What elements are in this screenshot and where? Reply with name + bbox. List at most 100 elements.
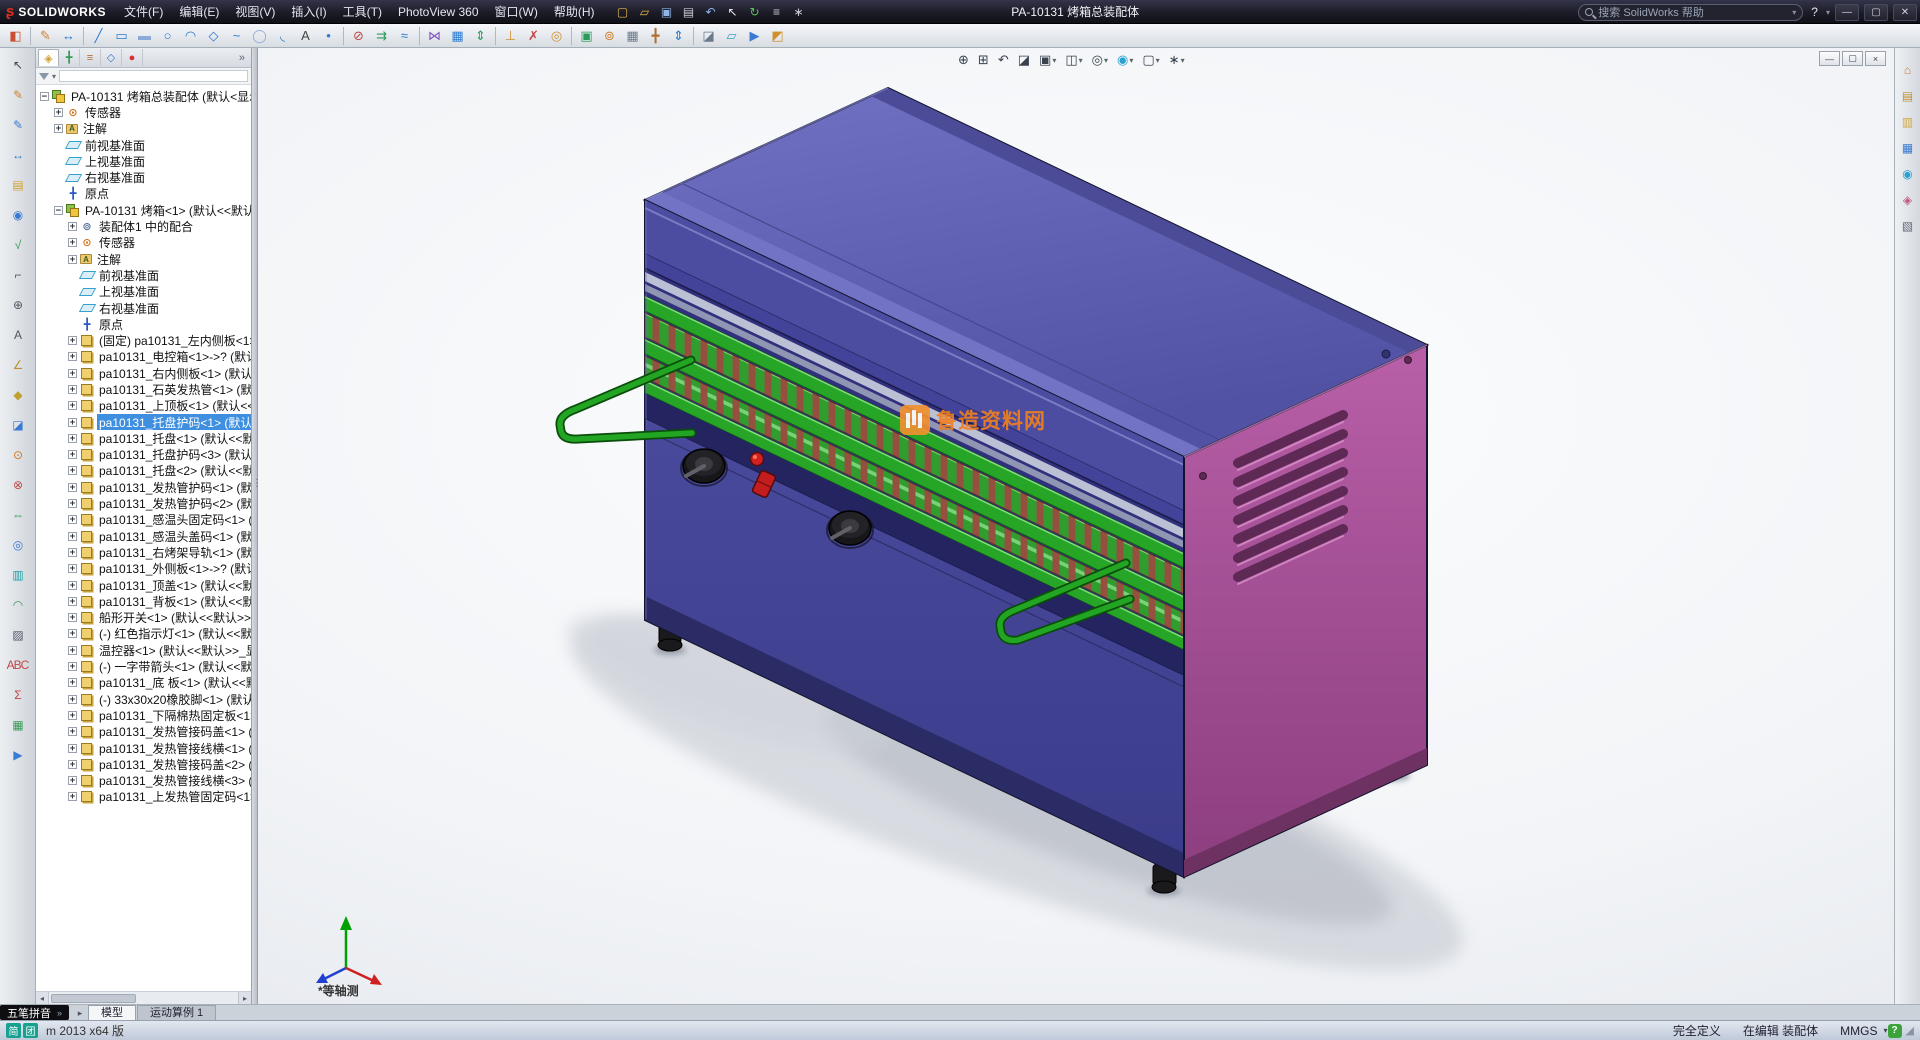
tree-expander-icon[interactable]: +	[68, 336, 77, 346]
tree-item[interactable]: + pa10131_右内侧板<1> (默认<<默认>_显示状态 1>)	[36, 365, 251, 381]
sketch-text-icon[interactable]: A	[294, 25, 317, 46]
corner-rectangle-icon[interactable]: ▭	[110, 25, 133, 46]
tree-expander-icon[interactable]: +	[54, 107, 63, 117]
tree-horizontal-scrollbar[interactable]: ◂ ▸	[36, 991, 251, 1004]
tree-expander-icon[interactable]: +	[68, 710, 77, 720]
edit-appearance-icon[interactable]: ◉ ▾	[1113, 50, 1137, 70]
tree-item[interactable]: + pa10131_右烤架导轨<1> (默认<<默认>_显示状态 1>)	[36, 544, 251, 560]
tree-expander-icon[interactable]: +	[68, 254, 77, 264]
move-component-icon[interactable]: ⇕	[667, 25, 690, 46]
menu-item-3[interactable]: 插入(I)	[283, 5, 334, 19]
tree-expander-icon[interactable]: +	[68, 727, 77, 737]
tree-item[interactable]: + pa10131_发热管接码盖<2> (默认<<默认>_显示状态 1>)	[36, 756, 251, 772]
geometric-tolerance-icon[interactable]: ⊕	[6, 294, 30, 316]
straight-slot-icon[interactable]: ▬	[133, 25, 156, 46]
tree-item[interactable]: ╋ 原点	[36, 316, 251, 332]
tree-item[interactable]: + pa10131_托盘护码<1> (默认<<默认>_显示状态 1>)	[36, 413, 251, 431]
tree-item[interactable]: + pa10131_石英发热管<1> (默认<<默认>_显示状态 1>)	[36, 381, 251, 397]
doc-restore-button[interactable]: ▢	[1842, 51, 1863, 66]
view-settings-caret-icon[interactable]: ▾	[1181, 56, 1185, 65]
apply-scene-icon[interactable]: ▢ ▾	[1138, 50, 1163, 70]
tree-item[interactable]: + pa10131_感温头盖码<1> (默认<<默认>_显示状态 1>)	[36, 528, 251, 544]
tree-item[interactable]: + pa10131_背板<1> (默认<<默认>_显示状态 1>)	[36, 593, 251, 609]
doc-minimize-button[interactable]: —	[1819, 51, 1840, 66]
tree-item[interactable]: + pa10131_托盘护码<3> (默认<<默认>_显示状态 1>)	[36, 447, 251, 463]
mate-icon[interactable]: ⊚	[598, 25, 621, 46]
resources-home-icon[interactable]: ⌂	[1898, 60, 1918, 79]
tree-expander-icon[interactable]: +	[68, 401, 77, 411]
doc-tab-1[interactable]: 运动算例 1	[137, 1005, 217, 1020]
assembly-visualization-icon[interactable]: ▥	[6, 564, 30, 586]
print-icon[interactable]: ▤	[679, 2, 699, 21]
tree-item[interactable]: + (-) 一字带箭头<1> (默认<<默认>>_显示状态 1>)	[36, 658, 251, 674]
menu-item-1[interactable]: 编辑(E)	[171, 5, 227, 19]
options-icon[interactable]: ∗	[789, 2, 809, 21]
tree-expander-icon[interactable]: +	[68, 515, 77, 525]
panel-tab-configurationmanager[interactable]: ≡	[80, 49, 101, 66]
convert-entities-icon[interactable]: ⇉	[370, 25, 393, 46]
tree-item[interactable]: + pa10131_托盘<1> (默认<<默认>_显示状态 1>)	[36, 430, 251, 446]
tree-expander-icon[interactable]: +	[68, 629, 77, 639]
new-icon[interactable]: ▢	[613, 2, 633, 21]
tree-expander-icon[interactable]: +	[68, 564, 77, 574]
tree-item[interactable]: ╋ 原点	[36, 186, 251, 202]
menu-item-2[interactable]: 视图(V)	[227, 5, 283, 19]
tree-expander-icon[interactable]: +	[68, 613, 77, 623]
panel-tab-propertymanager[interactable]: ╋	[59, 49, 80, 66]
zoom-fit-icon[interactable]: ⊕	[954, 50, 973, 70]
tree-expander-icon[interactable]: +	[68, 531, 77, 541]
polygon-icon[interactable]: ◇	[202, 25, 225, 46]
tree-item[interactable]: + pa10131_发热管接线横<1> (默认<<默认>_显示状态 1>)	[36, 740, 251, 756]
view-orientation-caret-icon[interactable]: ▾	[1052, 56, 1056, 65]
doc-close-button[interactable]: ×	[1865, 51, 1886, 66]
rebuild-icon[interactable]: ↻	[745, 2, 765, 21]
design-library-icon[interactable]: ▤	[1898, 86, 1918, 105]
tree-item[interactable]: + pa10131_顶盖<1> (默认<<默认>_显示状态 1>)	[36, 577, 251, 593]
tree-expander-icon[interactable]: +	[68, 482, 77, 492]
tab-scroll-right-icon[interactable]: ▸	[72, 1006, 88, 1020]
hole-alignment-icon[interactable]: ◎	[6, 534, 30, 556]
select-tool-icon[interactable]: ↖	[6, 54, 30, 76]
tree-item[interactable]: 上视基准面	[36, 153, 251, 169]
tree-item[interactable]: + pa10131_上发热管固定码<1> (默认<<默认>_显示状态 1>)	[36, 789, 251, 805]
help-caret-icon[interactable]: ▾	[1826, 8, 1830, 17]
open-icon[interactable]: ▱	[635, 2, 655, 21]
tree-expander-icon[interactable]: +	[68, 776, 77, 786]
tree-expander-icon[interactable]: +	[68, 352, 77, 362]
scrollbar-thumb[interactable]	[51, 993, 137, 1003]
scroll-right-icon[interactable]: ▸	[238, 992, 251, 1004]
search-input[interactable]: 搜索 SolidWorks 帮助 ▾	[1578, 3, 1804, 21]
help-menu[interactable]: ?	[1808, 5, 1821, 19]
move-entities-icon[interactable]: ⇕	[469, 25, 492, 46]
tree-expander-icon[interactable]: +	[68, 596, 77, 606]
close-button[interactable]: ✕	[1893, 3, 1917, 21]
menu-item-5[interactable]: PhotoView 360	[390, 5, 487, 19]
tree-item[interactable]: + pa10131_上顶板<1> (默认<<默认>_显示状态 1>)	[36, 398, 251, 414]
ime-toolbar[interactable]: 五笔拼音 »	[0, 1005, 70, 1020]
units-selector[interactable]: MMGS	[1840, 1024, 1877, 1038]
previous-view-icon[interactable]: ↶	[994, 50, 1013, 70]
menu-item-6[interactable]: 窗口(W)	[487, 5, 546, 19]
tree-expander-icon[interactable]: +	[68, 662, 77, 672]
graphics-viewport[interactable]: ⊕ ⊞ ↶ ◪ ▣ ▾ ◫ ▾ ◎ ▾ ◉ ▾ ▢ ▾ ∗ ▾ — ▢ × 鲁造资料网 *等轴测	[258, 48, 1894, 1004]
assembly-features-icon[interactable]: ◪	[697, 25, 720, 46]
ime-mode-badge[interactable]: 团	[23, 1023, 38, 1038]
centerpoint-arc-icon[interactable]: ◠	[179, 25, 202, 46]
design-table-icon[interactable]: ▦	[6, 714, 30, 736]
linear-component-pattern-icon[interactable]: ▦	[621, 25, 644, 46]
sketch-fillet-icon[interactable]: ◟	[271, 25, 294, 46]
tree-expander-icon[interactable]: +	[68, 759, 77, 769]
tree-expander-icon[interactable]: +	[68, 678, 77, 688]
panel-tab-displaymanager[interactable]: ●	[122, 49, 143, 66]
instant-3d-icon[interactable]: ◩	[766, 25, 789, 46]
curvature-icon[interactable]: ◠	[6, 594, 30, 616]
tree-item[interactable]: 右视基准面	[36, 300, 251, 316]
tree-expander-icon[interactable]: +	[68, 238, 77, 248]
ime-expand-icon[interactable]: »	[57, 1008, 62, 1018]
tree-expander-icon[interactable]: +	[68, 792, 77, 802]
color-swatch-icon[interactable]: ◧	[4, 25, 27, 46]
tree-item[interactable]: + (固定) pa10131_左内侧板<1> (默认<<默认>_显示状态 1>)	[36, 332, 251, 348]
smart-dimension-icon[interactable]: ↔	[57, 25, 80, 46]
sensor-icon[interactable]: ⊙	[6, 444, 30, 466]
tree-expander-icon[interactable]: +	[68, 743, 77, 753]
